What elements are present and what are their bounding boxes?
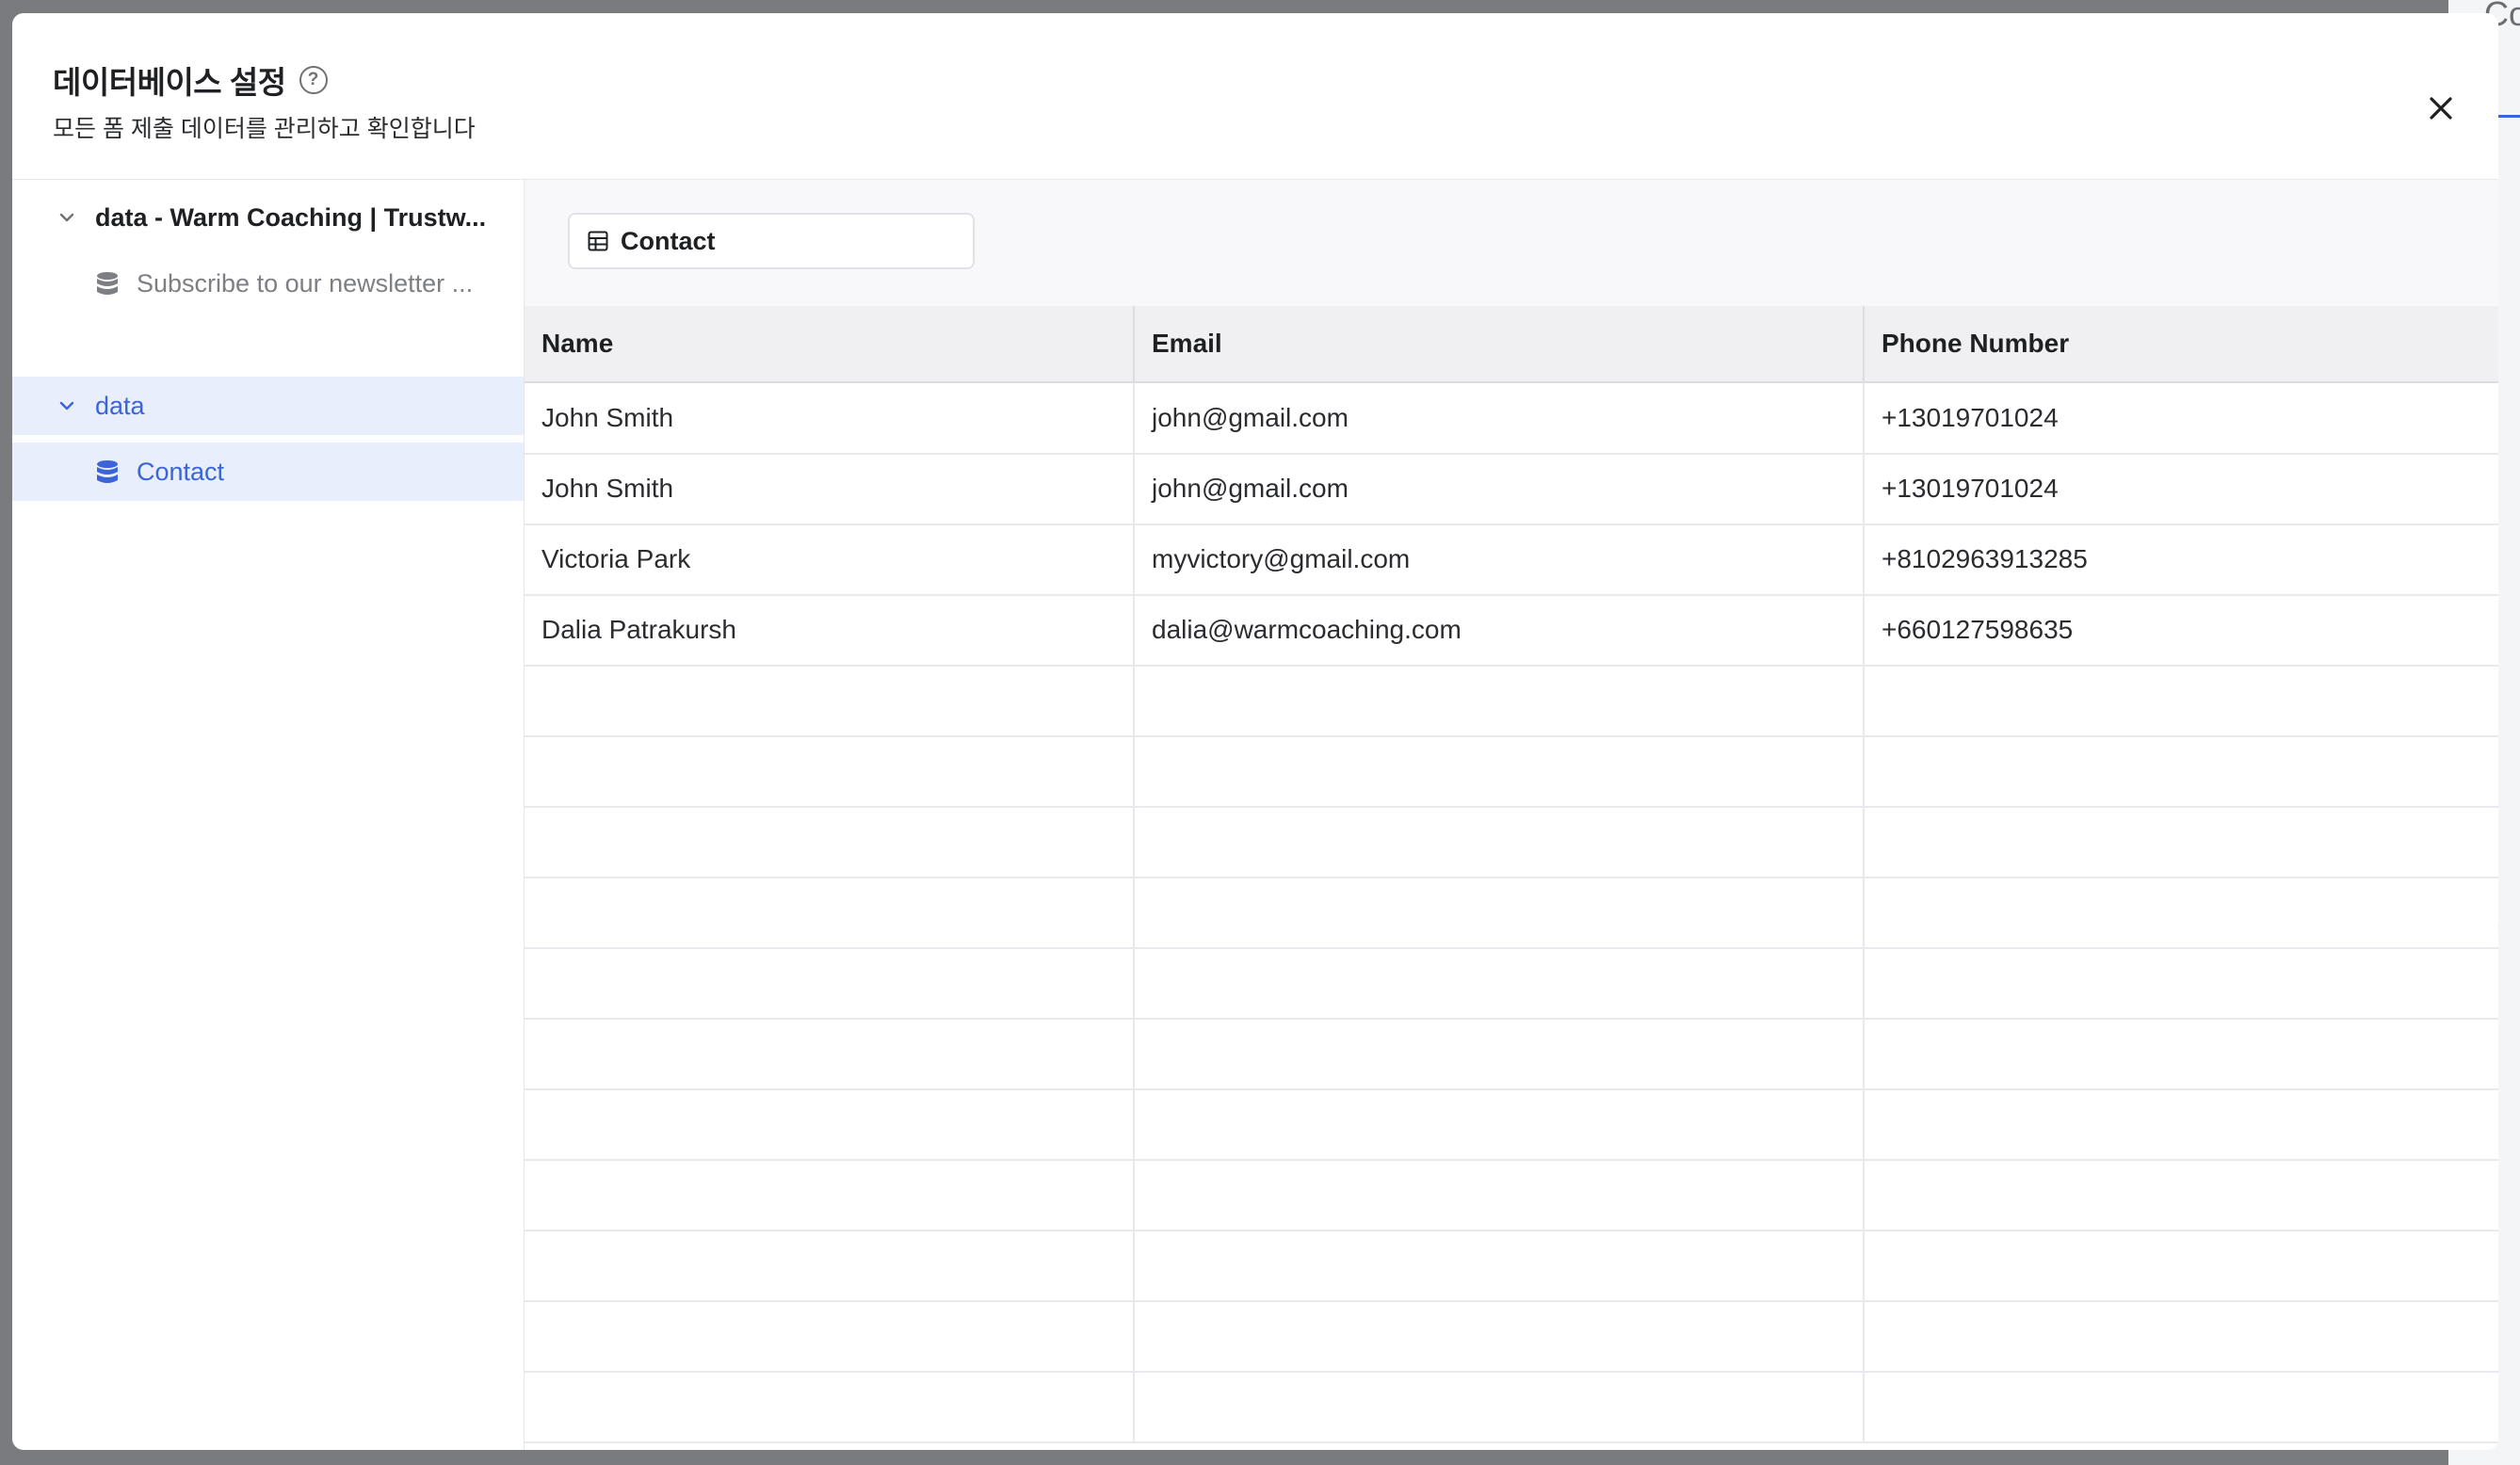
empty-cell[interactable]: [1135, 1089, 1865, 1159]
column-header-phone[interactable]: Phone Number: [1865, 306, 2498, 381]
empty-cell[interactable]: [1135, 736, 1865, 806]
tree-item-label: Subscribe to our newsletter ...: [137, 268, 474, 298]
cell-email[interactable]: myvictory@gmail.com: [1135, 524, 1865, 594]
grid-header-row: Name Email Phone Number: [525, 306, 2498, 383]
empty-cell[interactable]: [1135, 1231, 1865, 1300]
table-row[interactable]: John Smith john@gmail.com +13019701024: [525, 383, 2498, 455]
empty-cell[interactable]: [1865, 1301, 2498, 1371]
cell-name[interactable]: John Smith: [525, 383, 1135, 453]
chevron-down-icon[interactable]: [57, 395, 77, 416]
empty-cell[interactable]: [1865, 877, 2498, 947]
tree-group-warm-coaching[interactable]: data - Warm Coaching | Trustw...: [12, 188, 524, 247]
cell-phone[interactable]: +13019701024: [1865, 454, 2498, 523]
modal-subtitle: 모든 폼 제출 데이터를 관리하고 확인합니다: [53, 116, 476, 142]
table-grid-icon: [588, 231, 608, 251]
empty-cell[interactable]: [1865, 1372, 2498, 1441]
empty-row[interactable]: [525, 1160, 2498, 1232]
database-icon: [97, 460, 118, 483]
table-tab-contact[interactable]: Contact: [568, 213, 975, 269]
empty-row[interactable]: [525, 1301, 2498, 1373]
tree-item-label: Contact: [137, 457, 225, 486]
table-row[interactable]: John Smith john@gmail.com +13019701024: [525, 454, 2498, 525]
empty-row[interactable]: [525, 948, 2498, 1020]
empty-cell[interactable]: [525, 1231, 1135, 1300]
empty-cell[interactable]: [1865, 948, 2498, 1018]
chevron-down-icon[interactable]: [57, 207, 77, 228]
empty-cell[interactable]: [525, 1019, 1135, 1088]
empty-cell[interactable]: [1865, 1231, 2498, 1300]
empty-cell[interactable]: [1135, 807, 1865, 877]
title-row: 데이터베이스 설정 ?: [53, 57, 328, 103]
empty-cell[interactable]: [1865, 666, 2498, 735]
empty-row[interactable]: [525, 877, 2498, 949]
empty-cell[interactable]: [525, 736, 1135, 806]
column-header-name[interactable]: Name: [525, 306, 1135, 381]
table-row[interactable]: Dalia Patrakursh dalia@warmcoaching.com …: [525, 595, 2498, 667]
cell-email[interactable]: dalia@warmcoaching.com: [1135, 595, 1865, 665]
empty-cell[interactable]: [1135, 1019, 1865, 1088]
empty-cell[interactable]: [525, 1160, 1135, 1230]
column-header-email[interactable]: Email: [1135, 306, 1865, 381]
tree-group-data[interactable]: data: [12, 377, 524, 435]
cell-name[interactable]: Dalia Patrakursh: [525, 595, 1135, 665]
database-icon: [97, 272, 118, 295]
table-row[interactable]: Victoria Park myvictory@gmail.com +81029…: [525, 524, 2498, 596]
tree-item-newsletter[interactable]: Subscribe to our newsletter ...: [12, 254, 524, 313]
cell-email[interactable]: john@gmail.com: [1135, 383, 1865, 453]
cell-phone[interactable]: +13019701024: [1865, 383, 2498, 453]
empty-cell[interactable]: [1135, 1301, 1865, 1371]
empty-cell[interactable]: [1865, 1019, 2498, 1088]
empty-row[interactable]: [525, 1231, 2498, 1302]
background-tab-underline: [2497, 115, 2520, 118]
empty-cell[interactable]: [1135, 877, 1865, 947]
empty-cell[interactable]: [1865, 1160, 2498, 1230]
database-settings-modal: 데이터베이스 설정 ? 모든 폼 제출 데이터를 관리하고 확인합니다 data…: [12, 13, 2498, 1450]
empty-cell[interactable]: [525, 1089, 1135, 1159]
close-icon: [2430, 97, 2452, 120]
tree-item-contact[interactable]: Contact: [12, 443, 524, 501]
empty-cell[interactable]: [525, 666, 1135, 735]
cell-name[interactable]: John Smith: [525, 454, 1135, 523]
empty-cell[interactable]: [525, 807, 1135, 877]
modal-header: 데이터베이스 설정 ? 모든 폼 제출 데이터를 관리하고 확인합니다: [12, 13, 2498, 180]
empty-cell[interactable]: [1135, 666, 1865, 735]
empty-cell[interactable]: [525, 1372, 1135, 1441]
empty-cell[interactable]: [525, 877, 1135, 947]
cell-email[interactable]: john@gmail.com: [1135, 454, 1865, 523]
empty-cell[interactable]: [1135, 1160, 1865, 1230]
empty-row[interactable]: [525, 1372, 2498, 1443]
table-view: Contact Name Email Phone Number John Smi…: [525, 180, 2498, 1450]
empty-row[interactable]: [525, 736, 2498, 808]
empty-cell[interactable]: [525, 948, 1135, 1018]
empty-row[interactable]: [525, 1019, 2498, 1090]
empty-cell[interactable]: [1865, 736, 2498, 806]
empty-cell[interactable]: [1135, 1372, 1865, 1441]
database-tree-sidebar: data - Warm Coaching | Trustw... Subscri…: [12, 180, 525, 1450]
close-button[interactable]: [2417, 85, 2464, 132]
empty-cell[interactable]: [1865, 807, 2498, 877]
empty-cell[interactable]: [1865, 1089, 2498, 1159]
empty-cell[interactable]: [1135, 948, 1865, 1018]
table-tab-label: Contact: [621, 226, 716, 255]
cell-phone[interactable]: +8102963913285: [1865, 524, 2498, 594]
cell-phone[interactable]: +660127598635: [1865, 595, 2498, 665]
tree-group-label: data: [95, 391, 145, 420]
question-circle-icon[interactable]: ?: [299, 66, 328, 94]
tree-group-label: data - Warm Coaching | Trustw...: [95, 202, 487, 232]
modal-title: 데이터베이스 설정: [53, 65, 286, 100]
data-grid: Name Email Phone Number John Smith john@…: [525, 306, 2498, 1450]
empty-cell[interactable]: [525, 1301, 1135, 1371]
empty-row[interactable]: [525, 1089, 2498, 1161]
cell-name[interactable]: Victoria Park: [525, 524, 1135, 594]
empty-row[interactable]: [525, 807, 2498, 878]
empty-row[interactable]: [525, 666, 2498, 737]
